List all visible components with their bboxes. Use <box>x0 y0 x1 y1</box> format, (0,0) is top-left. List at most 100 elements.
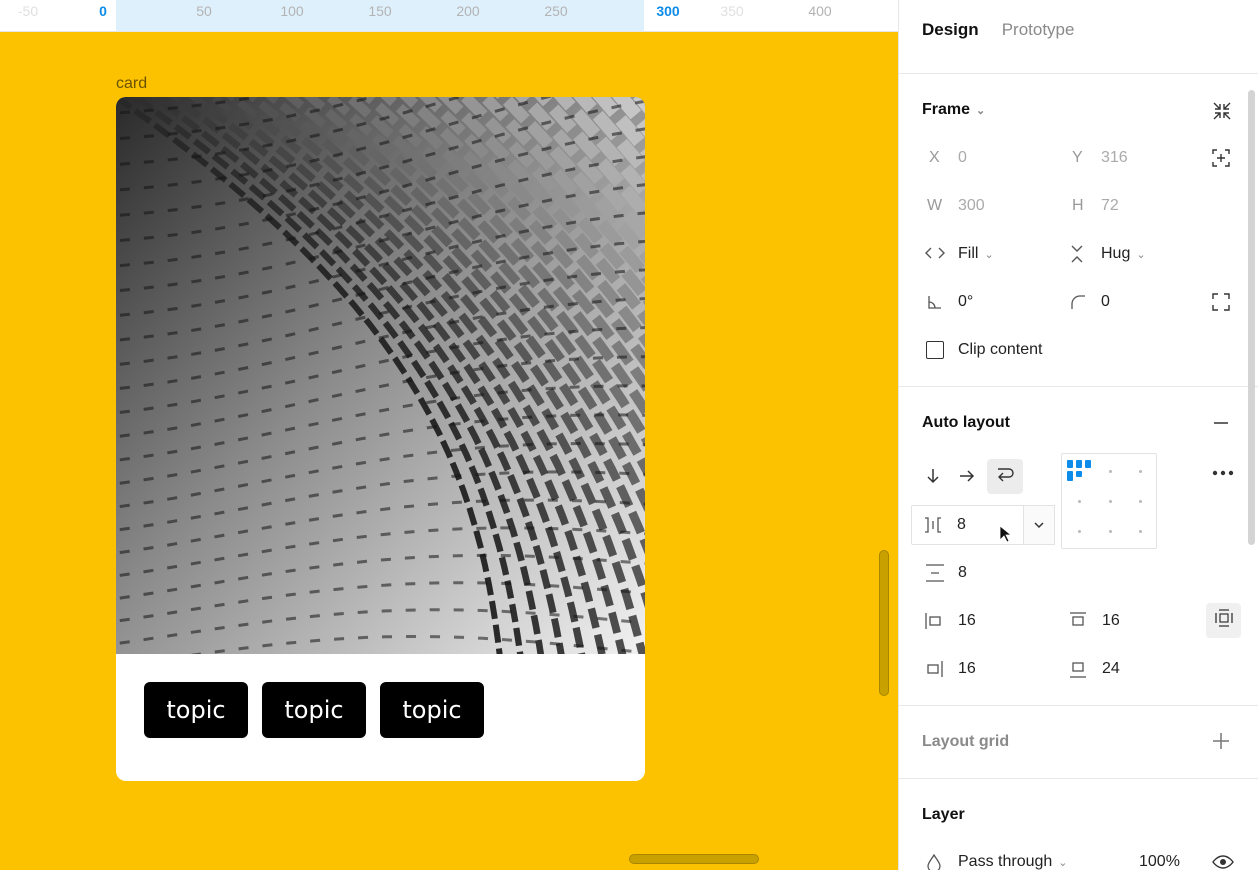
gap-dropdown-button[interactable] <box>1023 505 1055 545</box>
chevron-down-icon: ⌄ <box>1058 856 1068 869</box>
card-frame[interactable]: topic topic topic <box>116 97 645 781</box>
collapse-icon[interactable] <box>1212 101 1232 121</box>
divider <box>899 386 1258 387</box>
panel-scrollbar[interactable] <box>1248 90 1255 545</box>
padding-right-value[interactable]: 16 <box>958 660 976 678</box>
photo-illustration <box>116 97 645 654</box>
ruler-tick-selection-start: 0 <box>99 3 107 19</box>
wrap-direction-button[interactable] <box>987 459 1023 494</box>
ruler-tick: 200 <box>456 3 480 19</box>
cursor-pointer-icon <box>999 525 1011 543</box>
alignment-dot[interactable] <box>1109 530 1112 533</box>
topic-tag[interactable]: topic <box>262 682 366 738</box>
x-value[interactable]: 0 <box>958 149 967 167</box>
chevron-down-icon <box>1033 516 1045 534</box>
w-value[interactable]: 300 <box>958 197 985 215</box>
vertical-gap-icon <box>925 563 945 583</box>
tab-prototype[interactable]: Prototype <box>1002 20 1075 40</box>
ruler-tick: 400 <box>808 3 832 19</box>
panel-tabs: Design Prototype <box>922 20 1074 40</box>
canvas-horizontal-scrollbar[interactable] <box>629 854 759 864</box>
horizontal-gap-icon <box>924 516 942 534</box>
alignment-dot[interactable] <box>1109 500 1112 503</box>
y-value[interactable]: 316 <box>1101 149 1128 167</box>
padding-left-value[interactable]: 16 <box>958 612 976 630</box>
alignment-dot[interactable] <box>1078 530 1081 533</box>
blend-mode-select[interactable]: Pass through ⌄ <box>958 853 1068 870</box>
individual-padding-button[interactable] <box>1206 603 1241 638</box>
alignment-dot[interactable] <box>1139 500 1142 503</box>
frame-name-label[interactable]: card <box>116 75 147 93</box>
wrap-icon <box>995 466 1015 487</box>
frame-section-title[interactable]: Frame ⌄ <box>922 101 985 119</box>
h-value[interactable]: 72 <box>1101 197 1119 215</box>
design-canvas[interactable]: -50 0 50 100 150 200 250 300 350 400 car… <box>0 0 898 870</box>
padding-top-icon <box>1069 612 1087 630</box>
add-layout-grid-icon[interactable] <box>1212 732 1230 750</box>
width-mode-value: Fill <box>958 245 979 262</box>
padding-right-icon <box>925 660 943 678</box>
padding-left-icon <box>925 612 943 630</box>
padding-top-value[interactable]: 16 <box>1102 612 1120 630</box>
horizontal-ruler: -50 0 50 100 150 200 250 300 350 400 <box>0 0 898 32</box>
alignment-top-left-icon[interactable] <box>1067 460 1093 487</box>
padding-bottom-icon <box>1069 660 1087 678</box>
divider <box>899 778 1258 779</box>
divider <box>899 705 1258 706</box>
alignment-dot[interactable] <box>1139 470 1142 473</box>
independent-corners-icon[interactable] <box>1212 293 1230 311</box>
blend-mode-icon <box>927 854 941 870</box>
clip-content-checkbox[interactable] <box>926 341 944 359</box>
canvas-vertical-scrollbar[interactable] <box>879 550 889 696</box>
h-label: H <box>1072 197 1084 214</box>
alignment-dot[interactable] <box>1078 500 1081 503</box>
topic-tag[interactable]: topic <box>380 682 484 738</box>
more-options-icon[interactable] <box>1212 470 1234 476</box>
ruler-tick: 50 <box>196 3 212 19</box>
layer-title: Layer <box>922 806 965 823</box>
tab-design[interactable]: Design <box>922 20 979 40</box>
chevron-down-icon: ⌄ <box>1136 248 1146 261</box>
chevron-down-icon: ⌄ <box>976 104 986 117</box>
x-label: X <box>929 149 940 166</box>
blend-mode-value: Pass through <box>958 853 1053 870</box>
clip-content-label[interactable]: Clip content <box>958 341 1043 359</box>
individual-padding-icon <box>1214 609 1233 632</box>
architecture-photo[interactable] <box>116 97 645 654</box>
chevron-down-icon: ⌄ <box>984 248 994 261</box>
ruler-tick: 250 <box>544 3 568 19</box>
frame-title-label: Frame <box>922 101 971 118</box>
layout-grid-title: Layout grid <box>922 733 1010 750</box>
visibility-eye-icon[interactable] <box>1212 854 1234 870</box>
remove-auto-layout-icon[interactable] <box>1212 414 1230 432</box>
ruler-tick: 100 <box>280 3 304 19</box>
horizontal-gap-value: 8 <box>957 516 966 533</box>
auto-layout-title: Auto layout <box>922 414 1010 431</box>
height-mode-select[interactable]: Hug ⌄ <box>1101 245 1146 263</box>
padding-bottom-value[interactable]: 24 <box>1102 660 1120 678</box>
vertical-resize-icon <box>1070 244 1084 264</box>
vertical-gap-value[interactable]: 8 <box>958 564 967 582</box>
properties-panel: Design Prototype Frame ⌄ X 0 Y 316 W 300… <box>898 0 1258 870</box>
rotation-value[interactable]: 0° <box>958 293 973 311</box>
alignment-grid[interactable] <box>1061 453 1157 549</box>
corner-radius-value[interactable]: 0 <box>1101 293 1110 311</box>
width-mode-select[interactable]: Fill ⌄ <box>958 245 994 263</box>
y-label: Y <box>1072 149 1083 166</box>
ruler-tick: 150 <box>368 3 392 19</box>
ruler-tick: 350 <box>720 3 744 19</box>
ruler-tick: -50 <box>17 3 39 19</box>
alignment-dot[interactable] <box>1109 470 1112 473</box>
corner-radius-icon <box>1070 294 1086 310</box>
divider <box>899 73 1258 74</box>
alignment-dot[interactable] <box>1139 530 1142 533</box>
vertical-direction-icon[interactable] <box>925 467 941 485</box>
topic-tag[interactable]: topic <box>144 682 248 738</box>
horizontal-direction-icon[interactable] <box>958 468 976 484</box>
constraints-icon[interactable] <box>1212 149 1230 167</box>
layer-opacity-value[interactable]: 100% <box>1139 853 1180 870</box>
height-mode-value: Hug <box>1101 245 1131 262</box>
w-label: W <box>927 197 943 214</box>
horizontal-resize-icon <box>925 246 945 260</box>
ruler-tick-selection-end: 300 <box>656 3 680 19</box>
